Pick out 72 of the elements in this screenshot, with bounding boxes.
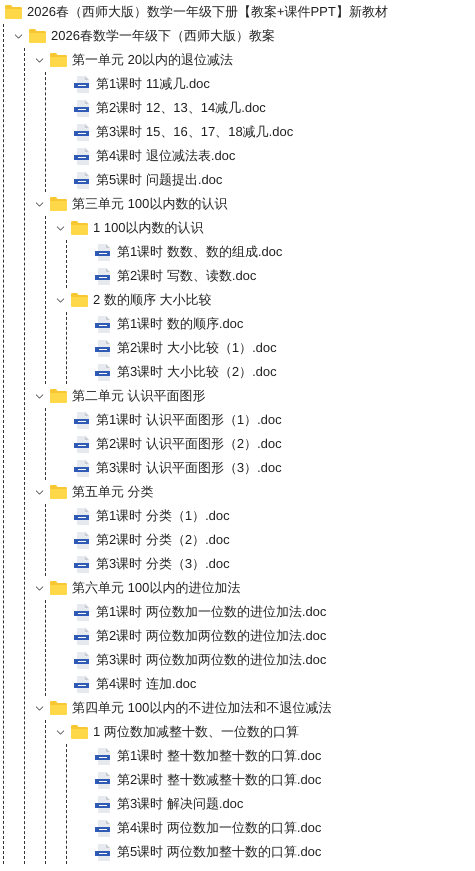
folder-icon [29, 29, 46, 43]
file-name[interactable]: 第2课时 两位数加两位数的进位加法.doc [96, 627, 326, 645]
file-name[interactable]: 第3课时 大小比较（2）.doc [117, 363, 277, 381]
document-icon [74, 148, 91, 164]
file-name[interactable]: 第2课时 写数、读数.doc [117, 267, 256, 285]
file-name[interactable]: 第1课时 两位数加一位数的进位加法.doc [96, 603, 326, 621]
file-name[interactable]: 第2课时 分类（2）.doc [96, 531, 230, 549]
folder-icon [71, 221, 88, 235]
file-name[interactable]: 第3课时 解决问题.doc [117, 795, 244, 813]
folder-icon [50, 53, 67, 67]
file-name[interactable]: 第5课时 两位数加整十数的口算.doc [117, 843, 322, 861]
folder-name[interactable]: 2026春（西师大版）数学一年级下册【教案+课件PPT】新教材 [27, 3, 388, 21]
document-icon [95, 244, 112, 260]
document-icon [74, 172, 91, 188]
document-icon [95, 316, 112, 332]
file-name[interactable]: 第1课时 认识平面图形（1）.doc [96, 411, 282, 429]
file-name[interactable]: 第3课时 两位数加两位数的进位加法.doc [96, 651, 326, 669]
folder-name[interactable]: 第六单元 100以内的进位加法 [72, 579, 240, 597]
folder-name[interactable]: 第一单元 20以内的退位减法 [72, 51, 234, 69]
folder-name[interactable]: 2026春数学一年级下（西师大版）教案 [51, 27, 275, 45]
file-name[interactable]: 第2课时 12、13、14减几.doc [96, 99, 266, 117]
folder-icon [71, 293, 88, 307]
folder-icon [50, 701, 67, 715]
folder-name[interactable]: 第二单元 认识平面图形 [72, 387, 206, 405]
document-icon [95, 844, 112, 860]
document-icon [74, 460, 91, 476]
document-icon [74, 532, 91, 548]
folder-name[interactable]: 1 100以内数的认识 [93, 219, 204, 237]
file-name[interactable]: 第3课时 认识平面图形（3）.doc [96, 459, 282, 477]
document-icon [95, 748, 112, 764]
file-name[interactable]: 第2课时 大小比较（1）.doc [117, 339, 277, 357]
document-icon [74, 556, 91, 572]
file-name[interactable]: 第4课时 连加.doc [96, 675, 196, 693]
folder-icon [71, 725, 88, 739]
folder-icon [5, 5, 22, 19]
document-icon [74, 124, 91, 140]
document-icon [74, 652, 91, 668]
document-icon [74, 628, 91, 644]
folder-name[interactable]: 第三单元 100以内数的认识 [72, 195, 228, 213]
file-name[interactable]: 第1课时 整十数加整十数的口算.doc [117, 747, 322, 765]
document-icon [95, 340, 112, 356]
document-icon [95, 772, 112, 788]
file-name[interactable]: 第2课时 认识平面图形（2）.doc [96, 435, 282, 453]
file-name[interactable]: 第2课时 整十数减整十数的口算.doc [117, 771, 322, 789]
document-icon [74, 508, 91, 524]
folder-icon [50, 197, 67, 211]
file-name[interactable]: 第4课时 两位数加一位数的口算.doc [117, 819, 322, 837]
file-name[interactable]: 第3课时 15、16、17、18减几.doc [96, 123, 294, 141]
folder-icon [50, 389, 67, 403]
document-icon [74, 412, 91, 428]
folder-icon [50, 581, 67, 595]
folder-icon [50, 485, 67, 499]
file-name[interactable]: 第1课时 分类（1）.doc [96, 507, 230, 525]
file-name[interactable]: 第3课时 分类（3）.doc [96, 555, 230, 573]
document-icon [74, 100, 91, 116]
folder-name[interactable]: 1 两位数加减整十数、一位数的口算 [93, 723, 299, 741]
file-name[interactable]: 第4课时 退位减法表.doc [96, 147, 236, 165]
document-icon [95, 796, 112, 812]
folder-name[interactable]: 第五单元 分类 [72, 483, 154, 501]
file-name[interactable]: 第5课时 问题提出.doc [96, 171, 222, 189]
document-icon [95, 364, 112, 380]
document-icon [95, 820, 112, 836]
folder-name[interactable]: 第四单元 100以内的不进位加法和不退位减法 [72, 699, 332, 717]
folder-name[interactable]: 2 数的顺序 大小比较 [93, 291, 212, 309]
document-icon [95, 268, 112, 284]
document-icon [74, 76, 91, 92]
file-name[interactable]: 第1课时 11减几.doc [96, 75, 210, 93]
document-icon [74, 676, 91, 692]
file-name[interactable]: 第1课时 数数、数的组成.doc [117, 243, 282, 261]
document-icon [74, 436, 91, 452]
document-icon [74, 604, 91, 620]
file-name[interactable]: 第1课时 数的顺序.doc [117, 315, 244, 333]
